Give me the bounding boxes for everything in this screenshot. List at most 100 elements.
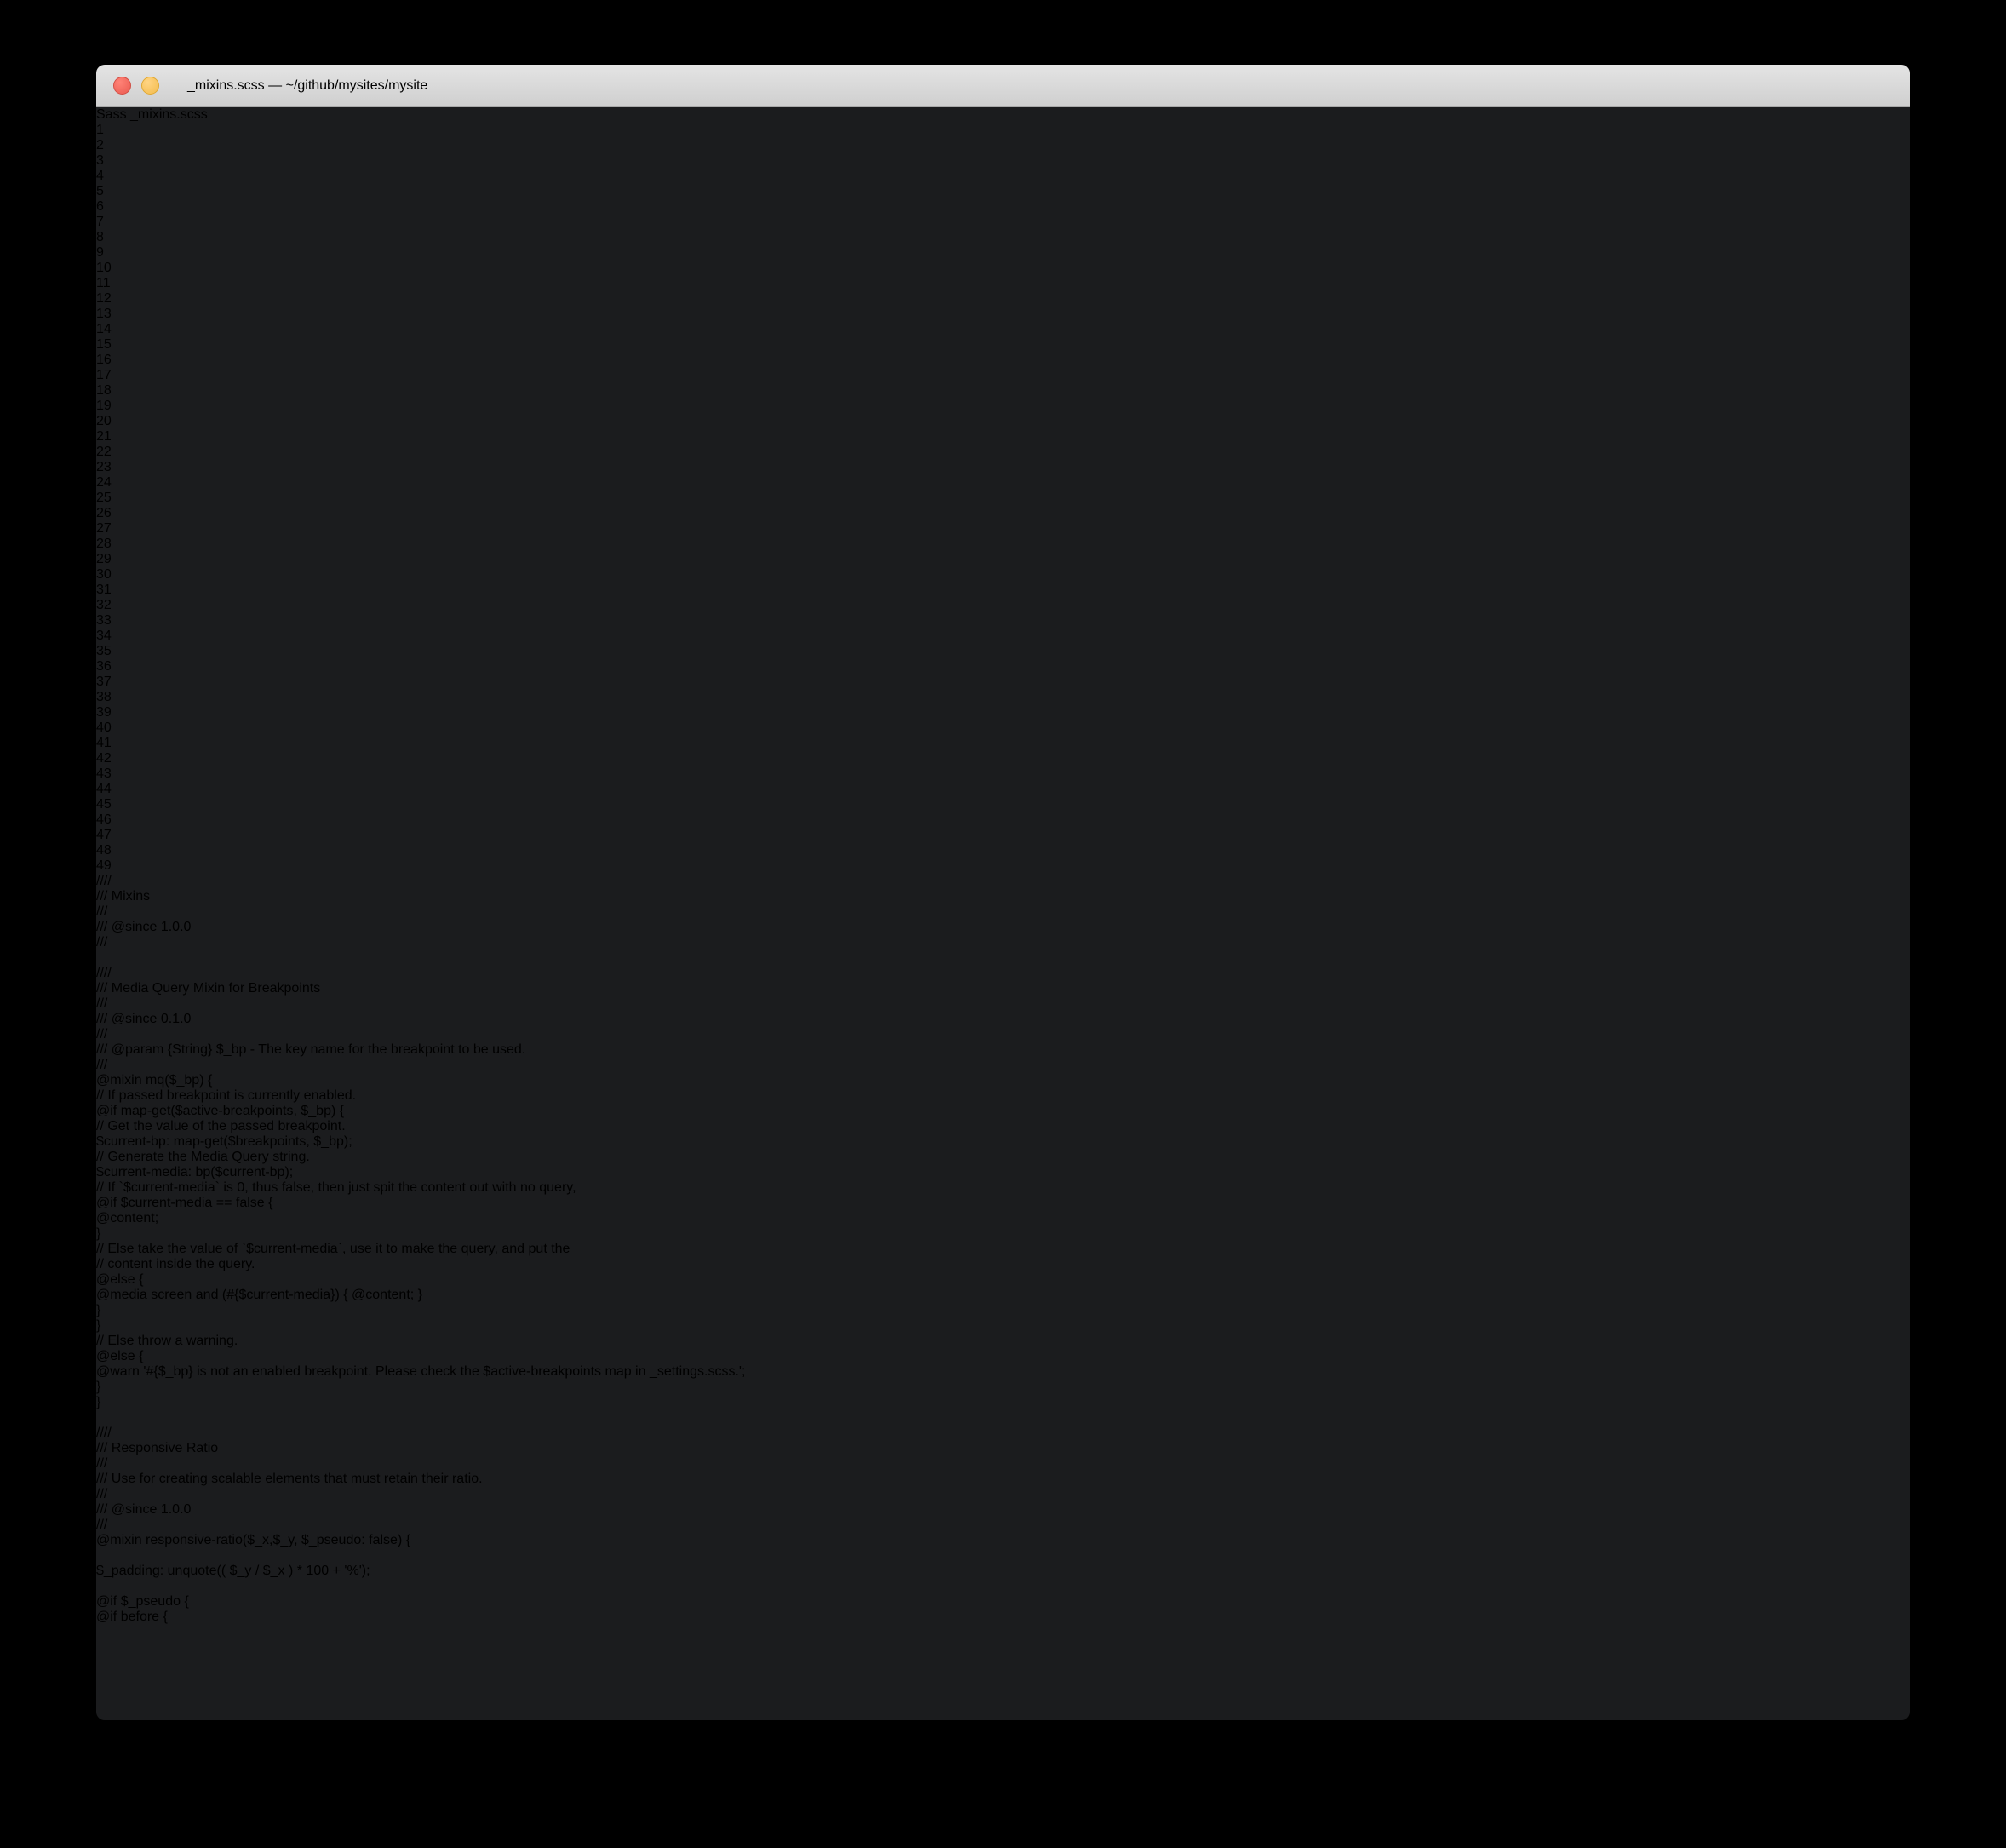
code-line[interactable]: // If passed breakpoint is currently ena… [96, 1088, 1910, 1104]
tab-bar: Sass _mixins.scss [96, 107, 1910, 123]
code-line[interactable]: // Get the value of the passed breakpoin… [96, 1119, 1910, 1134]
code-token: @ [96, 1211, 111, 1225]
code-line[interactable]: //// [96, 966, 1910, 981]
code-line[interactable] [96, 950, 1910, 966]
code-token: $active-breakpoints [175, 1104, 294, 1118]
code-line[interactable]: @mixin responsive-ratio($_x,$_y, $_pseud… [96, 1533, 1910, 1548]
close-window-button[interactable] [113, 77, 131, 95]
code-line[interactable]: /// [96, 904, 1910, 920]
code-line[interactable]: /// Media Query Mixin for Breakpoints [96, 981, 1910, 996]
code-line[interactable]: $current-media: bp($current-bp); [96, 1165, 1910, 1180]
code-line[interactable]: @media screen and (#{$current-media}) { … [96, 1288, 1910, 1303]
code-token: $_x [262, 1564, 285, 1578]
code-line[interactable]: @if map-get($active-breakpoints, $_bp) { [96, 1104, 1910, 1119]
code-line[interactable] [96, 1579, 1910, 1594]
code-token: mq [146, 1073, 165, 1088]
code-token: false [235, 1196, 265, 1210]
code-token: : [187, 1165, 196, 1179]
code-line[interactable]: /// [96, 1058, 1910, 1073]
code-token: $_bp [215, 1042, 247, 1057]
code-line[interactable]: $_padding: unquote(( $_y / $_x ) * 100 +… [96, 1564, 1910, 1579]
code-token: { [207, 1073, 213, 1088]
line-number: 24 [96, 475, 112, 490]
line-number: 20 [96, 414, 112, 428]
code-line[interactable]: } [96, 1395, 1910, 1410]
code-line[interactable]: // Generate the Media Query string. [96, 1150, 1910, 1165]
code-line[interactable]: /// @since 0.1.0 [96, 1012, 1910, 1027]
code-token: 0.1.0 [157, 1012, 192, 1026]
code-token: { [184, 1594, 189, 1609]
line-number: 18 [96, 383, 112, 398]
code-line[interactable]: @if before { [96, 1610, 1910, 1625]
code-token: { [405, 1533, 411, 1547]
minimize-window-button[interactable] [141, 77, 159, 95]
code-line[interactable]: } [96, 1303, 1910, 1318]
code-line[interactable]: } [96, 1226, 1910, 1242]
code-line[interactable]: @content; [96, 1211, 1910, 1226]
code-line[interactable]: @mixin mq($_bp) { [96, 1073, 1910, 1088]
code-line[interactable]: $current-bp: map-get($breakpoints, $_bp)… [96, 1134, 1910, 1150]
line-number: 46 [96, 812, 112, 827]
code-line[interactable]: /// Responsive Ratio [96, 1441, 1910, 1456]
traffic-lights [113, 77, 187, 95]
code-line[interactable]: /// @since 1.0.0 [96, 1502, 1910, 1518]
code-token: @ [96, 1073, 111, 1088]
code-line[interactable]: // content inside the query. [96, 1257, 1910, 1272]
line-number: 22 [96, 445, 112, 459]
code-line[interactable]: /// [96, 1456, 1910, 1472]
code-token: /// Responsive Ratio [96, 1441, 219, 1455]
code-token: bp [195, 1165, 211, 1179]
line-number: 29 [96, 552, 112, 566]
code-line[interactable]: @warn '#{$_bp} is not an enabled breakpo… [96, 1364, 1910, 1380]
code-line[interactable]: //// [96, 874, 1910, 889]
code-token: // If `$current-media` is 0, thus false,… [96, 1180, 576, 1195]
code-token: { [343, 1288, 348, 1302]
code-line[interactable]: /// Mixins [96, 889, 1910, 904]
code-token: /// [96, 935, 108, 950]
code-token: /// [96, 1027, 108, 1042]
code-line[interactable]: /// [96, 1027, 1910, 1042]
line-number: 40 [96, 720, 112, 735]
code-line[interactable]: @if $_pseudo { [96, 1594, 1910, 1610]
code-token: $_y [272, 1533, 295, 1547]
code-token: { [139, 1272, 144, 1287]
code-token: @since [111, 1012, 158, 1026]
code-line[interactable]: // If `$current-media` is 0, thus false,… [96, 1180, 1910, 1196]
line-number: 44 [96, 782, 112, 796]
zoom-window-button[interactable] [169, 77, 187, 95]
code-line[interactable]: /// [96, 935, 1910, 950]
code-token: $breakpoints [227, 1134, 307, 1149]
code-line[interactable]: /// [96, 996, 1910, 1012]
code-line[interactable]: /// @param {String} $_bp - The key name … [96, 1042, 1910, 1058]
code-line[interactable] [96, 1410, 1910, 1426]
code-line[interactable]: /// [96, 1518, 1910, 1533]
code-line[interactable]: /// @since 1.0.0 [96, 920, 1910, 935]
code-line[interactable]: @if $current-media == false { [96, 1196, 1910, 1211]
code-line[interactable]: /// Use for creating scalable elements t… [96, 1472, 1910, 1487]
code-token: @since [111, 1502, 158, 1517]
code-line[interactable]: //// [96, 1426, 1910, 1441]
code-line[interactable]: } [96, 1318, 1910, 1334]
code-line[interactable]: @else { [96, 1272, 1910, 1288]
code-area[interactable]: /////// Mixins////// @since 1.0.0/// ///… [96, 874, 1910, 1720]
code-token: $_pseudo [301, 1533, 362, 1547]
code-line[interactable]: // Else take the value of `$current-medi… [96, 1242, 1910, 1257]
code-line[interactable]: @else { [96, 1349, 1910, 1364]
code-line[interactable] [96, 1548, 1910, 1564]
line-number: 19 [96, 399, 112, 413]
tab-label: _mixins.scss [130, 107, 208, 122]
code-token: 100 [306, 1564, 330, 1578]
code-line[interactable]: /// [96, 1487, 1910, 1502]
code-token: @ [96, 1594, 111, 1609]
line-number: 4 [96, 169, 104, 183]
line-number: 34 [96, 628, 112, 643]
code-token: } [96, 1380, 101, 1394]
code-token: //// [96, 1426, 112, 1440]
line-number: 15 [96, 337, 112, 352]
tab-mixins-scss[interactable]: Sass _mixins.scss [96, 107, 1910, 123]
line-number: 11 [96, 276, 111, 290]
code-line[interactable]: // Else throw a warning. [96, 1334, 1910, 1349]
code-line[interactable]: } [96, 1380, 1910, 1395]
line-number: 5 [96, 184, 104, 198]
code-token: $_padding [96, 1564, 160, 1578]
